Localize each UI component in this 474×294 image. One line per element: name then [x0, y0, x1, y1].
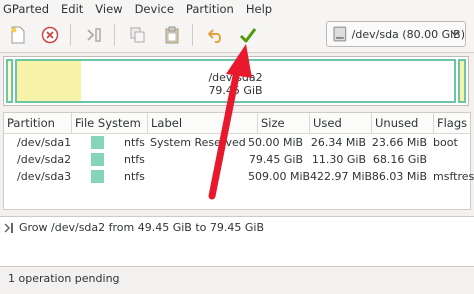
operation-text: Grow /dev/sda2 from 49.45 GiB to 79.45 G… — [19, 221, 265, 234]
paste-button[interactable] — [160, 24, 184, 46]
apply-icon — [239, 28, 257, 43]
paste-icon — [165, 26, 179, 44]
disk-graphic: /dev/sda2 79.45 GiB — [3, 56, 469, 106]
partition-label: System Reserved — [150, 136, 246, 149]
partition-table: Partition File System Label Size Used Un… — [3, 112, 474, 210]
menu-bar: GParted Edit View Device Partition Help — [0, 0, 474, 18]
partition-path: /dev/sda2 — [17, 153, 72, 166]
column-header[interactable]: File System — [72, 113, 148, 133]
column-header[interactable]: Used — [310, 113, 372, 133]
delete-button[interactable] — [38, 24, 62, 46]
unused: 23.66 MiB — [371, 136, 427, 149]
filesystem: ntfs — [124, 136, 145, 149]
column-header[interactable]: Size — [258, 113, 310, 133]
table-header: Partition File System Label Size Used Un… — [4, 113, 470, 134]
toolbar: /dev/sda (80.00 GiB) — [0, 18, 474, 53]
resize-move-icon — [87, 28, 101, 42]
chevron-down-icon — [450, 30, 460, 37]
pending-operations-panel: Grow /dev/sda2 from 49.45 GiB to 79.45 G… — [0, 216, 474, 267]
unused: 86.03 MiB — [371, 170, 427, 183]
flags: msftres — [433, 170, 474, 183]
status-text: 1 operation pending — [8, 272, 120, 285]
partition-block-sda1[interactable] — [6, 59, 13, 103]
resize-operation-icon — [4, 222, 13, 233]
filesystem: ntfs — [124, 153, 145, 166]
partition-path: /dev/sda3 — [17, 170, 72, 183]
menu-partition[interactable]: Partition — [180, 0, 240, 18]
copy-button[interactable] — [126, 24, 150, 46]
operation-item[interactable]: Grow /dev/sda2 from 49.45 GiB to 79.45 G… — [3, 221, 264, 234]
filesystem-color-swatch — [91, 136, 104, 149]
size: 79.45 GiB — [248, 153, 303, 166]
used: 26.34 MiB — [310, 136, 366, 149]
flags: boot — [433, 136, 458, 149]
menu-edit[interactable]: Edit — [55, 0, 89, 18]
apply-button[interactable] — [236, 24, 260, 46]
new-partition-icon — [11, 26, 25, 44]
size: 50.00 MiB — [248, 136, 304, 149]
undo-icon — [207, 29, 221, 43]
partition-path: /dev/sda1 — [17, 136, 72, 149]
device-label: /dev/sda (80.00 GiB) — [351, 27, 465, 41]
copy-icon — [130, 27, 145, 43]
menu-view[interactable]: View — [89, 0, 128, 18]
partition-size: 79.45 GiB — [208, 84, 263, 97]
column-header[interactable]: Partition — [4, 113, 72, 133]
column-header[interactable]: Flags — [434, 113, 472, 133]
used: 422.97 MiB — [310, 170, 373, 183]
partition-block-sda3[interactable] — [458, 59, 466, 103]
size: 509.00 MiB — [248, 170, 311, 183]
filesystem-color-swatch — [91, 170, 104, 183]
menu-device[interactable]: Device — [129, 0, 180, 18]
menu-help[interactable]: Help — [240, 0, 278, 18]
undo-button[interactable] — [204, 24, 228, 46]
column-header[interactable]: Label — [148, 113, 258, 133]
menu-gparted[interactable]: GParted — [0, 0, 55, 18]
column-header[interactable]: Unused — [372, 113, 434, 133]
delete-icon — [41, 26, 59, 44]
new-partition-button[interactable] — [6, 24, 30, 46]
partition-block-sda2[interactable]: /dev/sda2 79.45 GiB — [15, 59, 456, 103]
unused: 68.16 GiB — [372, 153, 427, 166]
filesystem: ntfs — [124, 170, 145, 183]
device-selector[interactable]: /dev/sda (80.00 GiB) — [326, 21, 466, 47]
filesystem-color-swatch — [91, 153, 104, 166]
used: 11.30 GiB — [311, 153, 366, 166]
partition-name: /dev/sda2 — [208, 71, 263, 84]
status-bar: 1 operation pending — [0, 266, 474, 294]
disk-icon — [333, 26, 347, 42]
resize-move-button[interactable] — [82, 24, 106, 46]
